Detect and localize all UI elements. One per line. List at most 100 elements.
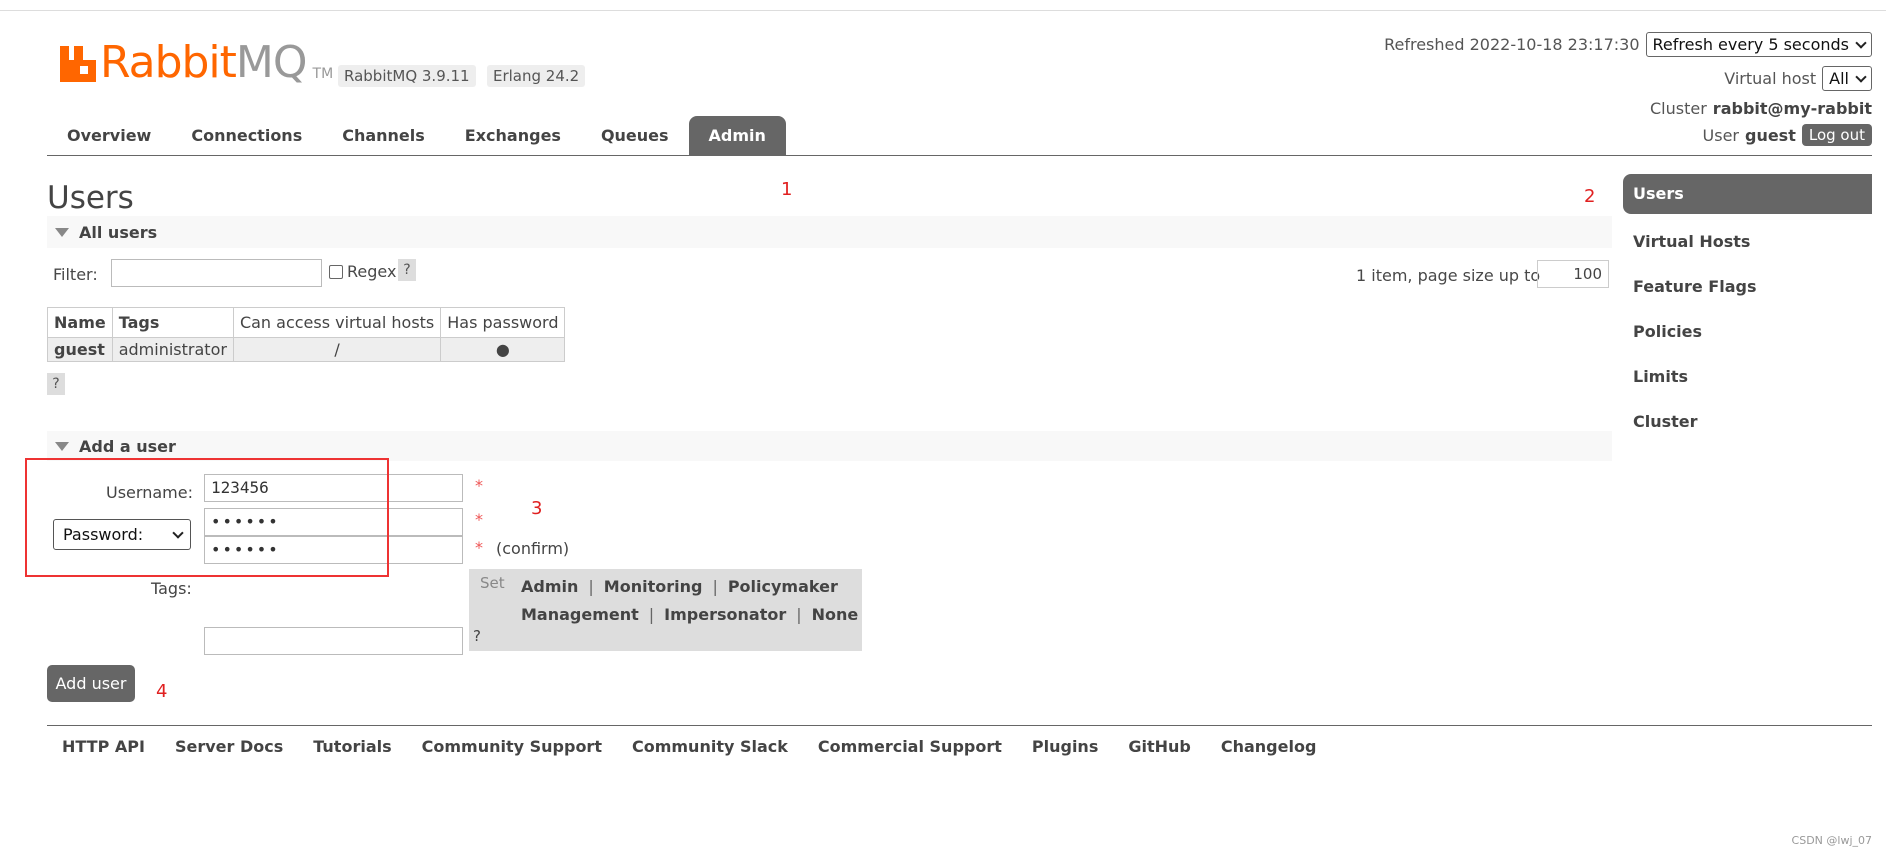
footer-link-changelog[interactable]: Changelog	[1206, 737, 1332, 756]
column-header-tags[interactable]: Tags	[111, 307, 234, 338]
footer-link-github[interactable]: GitHub	[1113, 737, 1206, 756]
set-label: Set	[480, 574, 505, 592]
tag-admin-link[interactable]: Admin	[521, 577, 578, 596]
rabbitmq-logo-icon	[60, 46, 96, 82]
cluster-label: Cluster	[1650, 99, 1707, 118]
column-header-vhosts[interactable]: Can access virtual hosts	[232, 307, 442, 338]
username-required-mark: *	[475, 476, 483, 495]
tab-exchanges[interactable]: Exchanges	[445, 116, 581, 156]
users-table: Name Tags Can access virtual hosts Has p…	[47, 307, 566, 362]
footer-link-http-api[interactable]: HTTP API	[47, 737, 160, 756]
cluster-row: Cluster rabbit@my-rabbit	[1650, 99, 1872, 118]
main-nav-tabs: Overview Connections Channels Exchanges …	[47, 116, 786, 156]
add-user-section-header[interactable]: Add a user	[47, 431, 1612, 461]
footer-link-community-slack[interactable]: Community Slack	[617, 737, 803, 756]
annotation-1: 1	[781, 179, 793, 200]
tag-none-link[interactable]: None	[812, 605, 859, 624]
page-title: Users	[47, 180, 134, 216]
current-user: guest	[1744, 125, 1796, 145]
vhost-label: Virtual host	[1724, 69, 1817, 88]
sidebar-item-virtual-hosts[interactable]: Virtual Hosts	[1623, 219, 1872, 264]
vhost-select[interactable]: All	[1822, 66, 1872, 91]
separator: |	[796, 605, 802, 624]
table-row[interactable]: guest administrator / ●	[47, 337, 566, 362]
user-row: User guest Log out	[1703, 124, 1872, 146]
annotation-2: 2	[1584, 186, 1596, 207]
filter-input[interactable]	[111, 259, 322, 287]
page-info: 1 item, page size up to	[1356, 266, 1541, 285]
separator: |	[712, 577, 718, 596]
column-header-name[interactable]: Name	[47, 307, 113, 338]
sidebar-item-feature-flags[interactable]: Feature Flags	[1623, 264, 1872, 309]
separator: |	[648, 605, 655, 624]
sidebar-item-limits[interactable]: Limits	[1623, 354, 1872, 399]
logout-button[interactable]: Log out	[1801, 124, 1872, 146]
regex-label: Regex	[347, 262, 397, 281]
separator: |	[588, 577, 594, 596]
confirm-required-mark: *	[475, 538, 483, 557]
rabbitmq-logo[interactable]: Rabbit MQ TM	[60, 40, 333, 86]
tags-label: Tags:	[151, 579, 192, 598]
user-name-cell[interactable]: guest	[47, 337, 113, 362]
top-divider	[0, 10, 1886, 11]
tab-connections[interactable]: Connections	[171, 116, 322, 156]
annotation-3: 3	[531, 498, 543, 519]
logo-text-rabbit: Rabbit	[100, 37, 237, 88]
tag-presets-row-1: Admin | Monitoring | Policymaker	[521, 577, 838, 596]
user-label: User	[1702, 125, 1739, 145]
tab-channels[interactable]: Channels	[322, 116, 445, 156]
chevron-down-icon	[1855, 36, 1867, 49]
sidebar-item-cluster[interactable]: Cluster	[1623, 399, 1872, 444]
tag-management-link[interactable]: Management	[521, 605, 639, 624]
footer-links: HTTP API Server Docs Tutorials Community…	[47, 737, 1331, 756]
collapse-triangle-icon	[55, 441, 69, 451]
erlang-version-badge: Erlang 24.2	[487, 65, 586, 87]
tag-presets-row-2: Management | Impersonator | None	[521, 605, 858, 624]
tab-divider	[47, 155, 1872, 156]
user-has-password-cell: ●	[440, 337, 566, 362]
page-size-input[interactable]: 100	[1537, 260, 1609, 288]
footer-link-tutorials[interactable]: Tutorials	[298, 737, 406, 756]
tag-monitoring-link[interactable]: Monitoring	[604, 577, 703, 596]
refresh-interval-select[interactable]: Refresh every 5 seconds	[1645, 32, 1872, 57]
collapse-triangle-icon	[55, 227, 69, 237]
add-user-button[interactable]: Add user	[47, 665, 135, 702]
footer-link-plugins[interactable]: Plugins	[1017, 737, 1113, 756]
password-required-mark: *	[475, 510, 483, 529]
user-vhosts-cell: /	[232, 337, 442, 362]
tags-help-button[interactable]: ?	[473, 627, 481, 645]
refreshed-timestamp: Refreshed 2022-10-18 23:17:30	[1384, 35, 1640, 54]
watermark: CSDN @lwj_07	[1791, 834, 1872, 847]
column-header-has-password[interactable]: Has password	[440, 307, 566, 338]
cluster-name: rabbit@my-rabbit	[1712, 99, 1872, 118]
footer-divider	[47, 725, 1872, 726]
tab-overview[interactable]: Overview	[47, 116, 171, 156]
rabbitmq-version-badge: RabbitMQ 3.9.11	[338, 65, 476, 87]
vhost-value: All	[1829, 69, 1849, 88]
refresh-interval-value: Refresh every 5 seconds	[1652, 35, 1849, 54]
regex-help-button[interactable]: ?	[398, 259, 416, 281]
users-table-help-button[interactable]: ?	[47, 373, 65, 395]
filter-label: Filter:	[53, 265, 98, 284]
tag-policymaker-link[interactable]: Policymaker	[728, 577, 838, 596]
footer-link-community-support[interactable]: Community Support	[407, 737, 617, 756]
vhost-row: Virtual host All	[1724, 66, 1872, 91]
tab-admin[interactable]: Admin	[688, 116, 786, 156]
annotation-highlight-box	[25, 458, 389, 577]
tags-input[interactable]	[204, 627, 463, 655]
logo-trademark: TM	[312, 66, 334, 82]
footer-link-commercial-support[interactable]: Commercial Support	[803, 737, 1017, 756]
tag-impersonator-link[interactable]: Impersonator	[664, 605, 786, 624]
confirm-label: (confirm)	[496, 539, 570, 558]
regex-checkbox[interactable]	[329, 265, 343, 279]
all-users-section-header[interactable]: All users	[47, 216, 1612, 248]
sidebar-item-users[interactable]: Users	[1623, 174, 1872, 214]
annotation-4: 4	[156, 681, 168, 702]
refresh-row: Refreshed 2022-10-18 23:17:30 Refresh ev…	[1384, 32, 1872, 57]
footer-link-server-docs[interactable]: Server Docs	[160, 737, 298, 756]
logo-text-mq: MQ	[235, 37, 308, 88]
all-users-title: All users	[79, 222, 158, 242]
tab-queues[interactable]: Queues	[581, 116, 689, 156]
admin-sidebar: Users Virtual Hosts Feature Flags Polici…	[1623, 174, 1872, 444]
sidebar-item-policies[interactable]: Policies	[1623, 309, 1872, 354]
